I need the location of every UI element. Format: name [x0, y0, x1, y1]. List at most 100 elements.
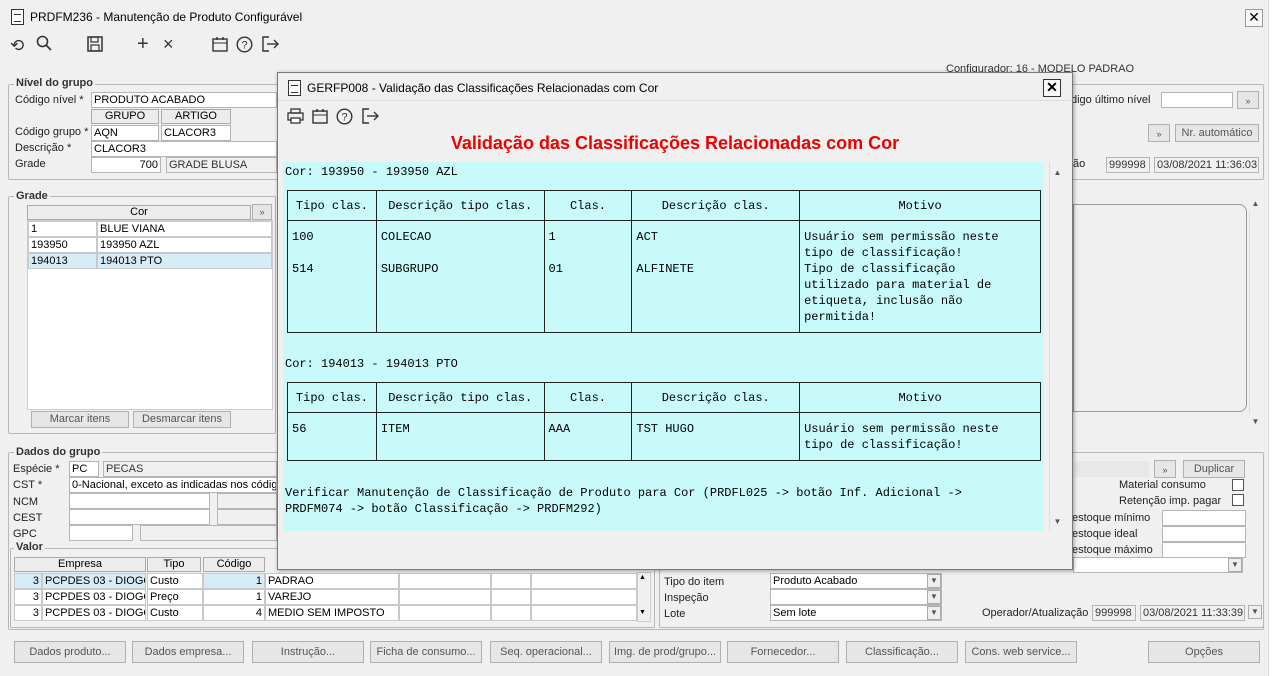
- report-scroll-down-icon[interactable]: ▼: [1050, 514, 1065, 529]
- dados-produto-button[interactable]: Dados produto...: [14, 641, 126, 663]
- save-icon[interactable]: [87, 36, 103, 57]
- report-scroll-up-icon[interactable]: ▲: [1050, 165, 1065, 180]
- valor-row-extra3[interactable]: [531, 605, 637, 621]
- valor-scroll-up-icon[interactable]: ▲: [639, 574, 646, 581]
- help-icon[interactable]: ?: [236, 36, 253, 58]
- descricao-field[interactable]: CLACOR3: [91, 141, 277, 157]
- observacao-area[interactable]: [1073, 204, 1247, 412]
- grade-row-code[interactable]: 193950: [28, 237, 97, 253]
- valor-row-extra2[interactable]: [491, 573, 531, 589]
- window-close-button[interactable]: ✕: [1245, 9, 1263, 27]
- inspecao-chevron-icon[interactable]: ▼: [927, 590, 941, 604]
- exit-icon[interactable]: [262, 36, 279, 57]
- print-icon[interactable]: [287, 108, 304, 129]
- codigo-nivel-field[interactable]: PRODUTO ACABADO: [91, 92, 277, 108]
- add-icon[interactable]: +: [137, 33, 149, 56]
- lookup-ultimo-button[interactable]: »: [1237, 91, 1259, 109]
- valor-row-num[interactable]: 3: [14, 573, 42, 589]
- report-scrollbar[interactable]: [1049, 162, 1065, 531]
- img-prod-grupo-button[interactable]: Img. de prod/grupo...: [609, 641, 721, 663]
- refresh-icon[interactable]: ⟲: [10, 36, 24, 56]
- valor-row-empresa[interactable]: PCPDES 03 - DIOGO: [42, 605, 146, 621]
- valor-row-extra3[interactable]: [531, 589, 637, 605]
- grade-code-field[interactable]: 700: [91, 157, 161, 173]
- grade-row-desc[interactable]: 193950 AZL: [97, 237, 272, 253]
- cons-web-service-button[interactable]: Cons. web service...: [965, 641, 1077, 663]
- descricao-label: Descrição *: [15, 142, 72, 154]
- estoque-maximo-field[interactable]: [1162, 542, 1246, 558]
- valor-row-desc[interactable]: MEDIO SEM IMPOSTO: [265, 605, 399, 621]
- estoque-ideal-field[interactable]: [1162, 526, 1246, 542]
- lote-chevron-icon[interactable]: ▼: [927, 606, 941, 620]
- valor-row-codigo[interactable]: 1: [203, 573, 265, 589]
- valor-row-desc[interactable]: VAREJO: [265, 589, 399, 605]
- scroll-up-icon[interactable]: ▲: [1248, 196, 1263, 211]
- dados-empresa-button[interactable]: Dados empresa...: [132, 641, 244, 663]
- tipo-item-select[interactable]: Produto Acabado: [770, 573, 942, 589]
- grade-row-desc[interactable]: 194013 PTO: [97, 253, 272, 269]
- cor1-header-motivo: Motivo: [799, 190, 1041, 221]
- valor-row-desc[interactable]: PADRAO: [265, 573, 399, 589]
- valor-row-extra3[interactable]: [531, 573, 637, 589]
- valor-row-codigo[interactable]: 4: [203, 605, 265, 621]
- estoque-minimo-field[interactable]: [1162, 510, 1246, 526]
- marcar-button[interactable]: Marcar itens: [31, 411, 129, 428]
- inspecao-select[interactable]: [770, 589, 942, 605]
- operador-scroll-icon[interactable]: ▼: [1248, 605, 1262, 619]
- classificacao-button[interactable]: Classificação...: [846, 641, 958, 663]
- valor-row-num[interactable]: 3: [14, 589, 42, 605]
- valor-scroll-down-icon[interactable]: ▼: [639, 609, 646, 616]
- calendar-icon[interactable]: [212, 36, 228, 57]
- nr-automatico-button[interactable]: Nr. automático: [1175, 124, 1259, 142]
- grupo-field[interactable]: AQN: [91, 125, 159, 141]
- valor-row-tipo[interactable]: Custo: [147, 573, 203, 589]
- lote-select[interactable]: Sem lote: [770, 605, 942, 621]
- ficha-consumo-button[interactable]: Ficha de consumo...: [370, 641, 482, 663]
- delete-icon[interactable]: ×: [163, 34, 174, 55]
- valor-row-extra2[interactable]: [491, 605, 531, 621]
- grade-row-desc[interactable]: BLUE VIANA: [97, 221, 272, 237]
- especie-code-field[interactable]: PC: [69, 461, 99, 477]
- duplicar-lookup-button[interactable]: »: [1154, 460, 1176, 478]
- operador-item-code: 999998: [1092, 605, 1136, 621]
- valor-row-extra2[interactable]: [491, 589, 531, 605]
- search-icon[interactable]: [36, 35, 52, 56]
- seq-operacional-button[interactable]: Seq. operacional...: [490, 641, 602, 663]
- opcoes-button[interactable]: Opções: [1148, 641, 1260, 663]
- dialog-exit-icon[interactable]: [362, 108, 379, 129]
- valor-row-tipo[interactable]: Custo: [147, 605, 203, 621]
- cst-field[interactable]: 0-Nacional, exceto as indicadas nos códi…: [69, 477, 277, 493]
- artigo-field[interactable]: CLACOR3: [161, 125, 231, 141]
- instrucao-button[interactable]: Instrução...: [252, 641, 364, 663]
- valor-row-codigo[interactable]: 1: [203, 589, 265, 605]
- valor-row-extra1[interactable]: [399, 573, 491, 589]
- retencao-checkbox[interactable]: [1232, 494, 1244, 506]
- scroll-down-icon[interactable]: ▼: [1248, 414, 1263, 429]
- valor-row-empresa[interactable]: PCPDES 03 - DIOGO: [42, 589, 146, 605]
- material-consumo-checkbox[interactable]: [1232, 479, 1244, 491]
- valor-row-tipo[interactable]: Preço: [147, 589, 203, 605]
- lookup-nr-button[interactable]: »: [1148, 124, 1170, 142]
- cor-lookup-button[interactable]: »: [252, 204, 272, 220]
- dialog-close-button[interactable]: ✕: [1043, 79, 1061, 97]
- cest-field[interactable]: [69, 509, 210, 525]
- valor-row-extra1[interactable]: [399, 589, 491, 605]
- ncm-field[interactable]: [69, 493, 210, 509]
- desmarcar-button[interactable]: Desmarcar itens: [133, 411, 231, 428]
- estoque-minimo-label: estoque mínimo: [1072, 512, 1151, 524]
- tipo-item-chevron-icon[interactable]: ▼: [927, 574, 941, 588]
- gpc-field[interactable]: [69, 525, 133, 541]
- grade-row-code[interactable]: 194013: [28, 253, 97, 269]
- duplicar-button[interactable]: Duplicar: [1183, 460, 1245, 478]
- codigo-ultimo-field[interactable]: [1161, 92, 1233, 108]
- dialog-calendar-icon[interactable]: [312, 108, 328, 129]
- estoque-ideal-label: estoque ideal: [1072, 528, 1138, 540]
- dialog-help-icon[interactable]: ?: [336, 108, 353, 130]
- fornecedor-button[interactable]: Fornecedor...: [727, 641, 839, 663]
- lote-label: Lote: [664, 608, 686, 620]
- valor-row-num[interactable]: 3: [14, 605, 42, 621]
- grade-row-code[interactable]: 1: [28, 221, 97, 237]
- observacao-scrollbar[interactable]: [1249, 196, 1262, 430]
- valor-row-empresa[interactable]: PCPDES 03 - DIOGO: [42, 573, 146, 589]
- valor-row-extra1[interactable]: [399, 605, 491, 621]
